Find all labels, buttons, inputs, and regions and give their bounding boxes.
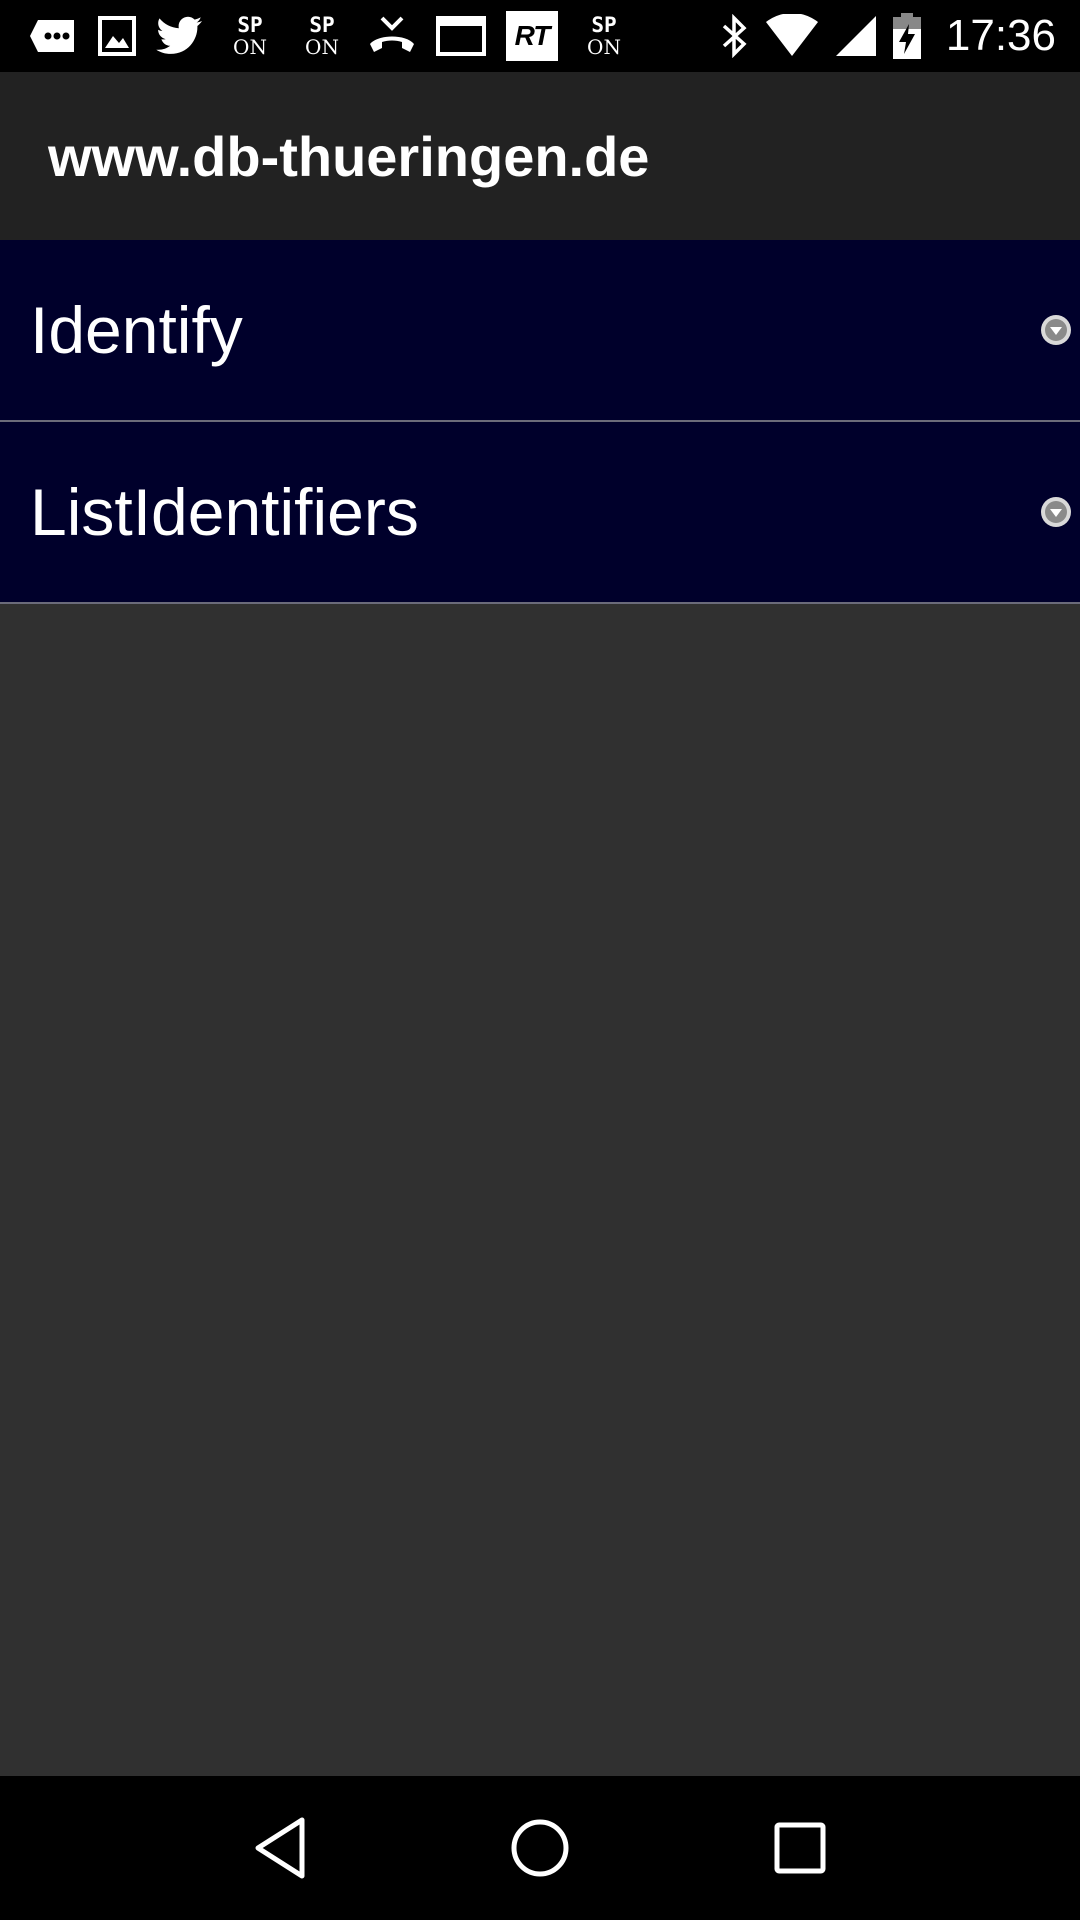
list-item-label: Identify <box>30 293 243 367</box>
list-item-label: ListIdentifiers <box>30 475 419 549</box>
home-icon[interactable] <box>495 1803 585 1893</box>
message-icon <box>26 8 78 64</box>
list-item-listidentifiers[interactable]: ListIdentifiers <box>0 422 1080 604</box>
sp-on-badge: SP ON <box>233 13 267 59</box>
bluetooth-icon <box>720 8 750 64</box>
sp-on-badge: SP ON <box>587 13 621 59</box>
back-icon[interactable] <box>235 1803 325 1893</box>
wifi-icon <box>764 8 820 64</box>
rt-badge: RT <box>506 8 558 64</box>
dropdown-icon[interactable] <box>1040 314 1072 346</box>
status-bar: SP ON SP ON RT SP ON 17:36 <box>0 0 1080 72</box>
image-icon <box>98 8 136 64</box>
clock: 17:36 <box>945 11 1056 60</box>
nav-bar <box>0 1776 1080 1920</box>
dropdown-icon[interactable] <box>1040 496 1072 528</box>
notification-icons: SP ON SP ON RT SP ON <box>26 8 650 64</box>
missed-call-icon <box>368 8 416 64</box>
list-item-identify[interactable]: Identify <box>0 240 1080 422</box>
list: Identify ListIdentifiers <box>0 240 1080 604</box>
window-icon <box>436 8 486 64</box>
battery-charging-icon <box>892 8 922 64</box>
system-icons: 17:36 <box>720 8 1056 64</box>
sp-on-badge: SP ON <box>305 13 339 59</box>
cell-signal-icon <box>834 8 878 64</box>
page-title: www.db-thueringen.de <box>48 124 650 188</box>
twitter-icon <box>156 8 204 64</box>
title-bar: www.db-thueringen.de <box>0 72 1080 240</box>
recents-icon[interactable] <box>755 1803 845 1893</box>
